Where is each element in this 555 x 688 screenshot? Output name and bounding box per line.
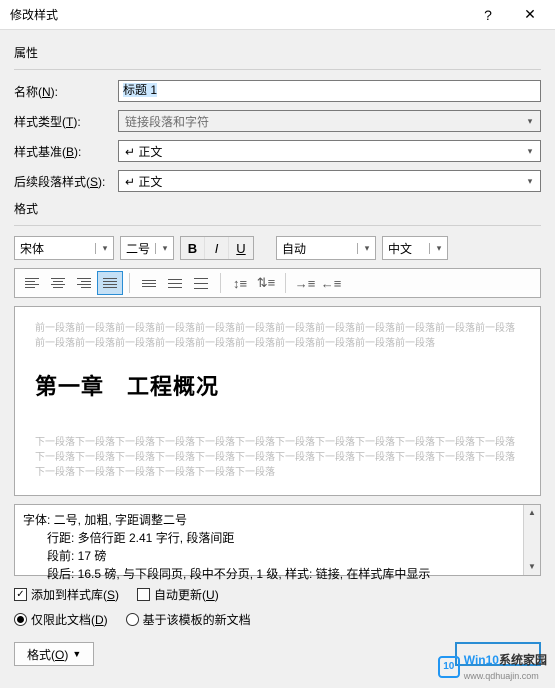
font-select[interactable]: 宋体 ▾ bbox=[14, 236, 114, 260]
chevron-down-icon: ▾ bbox=[429, 243, 445, 254]
text-format-group: B I U bbox=[180, 236, 254, 260]
preview-prev-text: 前一段落前一段落前一段落前一段落前一段落前一段落前一段落前一段落前一段落前一段落… bbox=[35, 321, 520, 351]
preview-heading: 第一章 工程概况 bbox=[35, 369, 520, 401]
format-section-header: 格式 bbox=[14, 200, 541, 217]
checkbox-checked-icon: ✓ bbox=[14, 588, 27, 601]
italic-button[interactable]: I bbox=[205, 237, 229, 259]
preview-next-text: 下一段落下一段落下一段落下一段落下一段落下一段落下一段落下一段落下一段落下一段落… bbox=[35, 435, 520, 480]
lang-select[interactable]: 中文 ▾ bbox=[382, 236, 448, 260]
line-spacing-1-button[interactable] bbox=[136, 271, 162, 295]
size-select[interactable]: 二号 ▾ bbox=[120, 236, 174, 260]
divider bbox=[14, 69, 541, 70]
chevron-down-icon: ▾ bbox=[155, 243, 171, 254]
align-right-button[interactable] bbox=[71, 271, 97, 295]
help-button[interactable]: ? bbox=[467, 1, 509, 29]
style-description: 字体: 二号, 加粗, 字距调整二号 行距: 多倍行距 2.41 字行, 段落间… bbox=[14, 504, 541, 576]
dialog-title: 修改样式 bbox=[10, 6, 467, 23]
align-justify-button[interactable] bbox=[97, 271, 123, 295]
chevron-down-icon: ▾ bbox=[95, 243, 111, 254]
style-type-select[interactable]: 链接段落和字符 ▾ bbox=[118, 110, 541, 132]
properties-section-header: 属性 bbox=[14, 44, 541, 61]
watermark: 10 Win10系统家园 www.qdhuajin.com bbox=[438, 651, 547, 682]
checkbox-unchecked-icon bbox=[137, 588, 150, 601]
auto-update-checkbox[interactable]: 自动更新(U) bbox=[137, 586, 219, 603]
template-radio[interactable]: 基于该模板的新文档 bbox=[126, 611, 251, 628]
space-before-dec-button[interactable]: ⇅≡ bbox=[253, 271, 279, 295]
divider bbox=[14, 225, 541, 226]
close-button[interactable]: ✕ bbox=[509, 1, 551, 29]
following-select[interactable]: ↵ 正文 ▾ bbox=[118, 170, 541, 192]
chevron-down-icon: ▾ bbox=[522, 146, 538, 157]
scroll-down-icon[interactable]: ▼ bbox=[524, 559, 540, 575]
name-label: 名称(N): bbox=[14, 83, 118, 100]
style-type-label: 样式类型(T): bbox=[14, 113, 118, 130]
chevron-down-icon: ▼ bbox=[72, 649, 81, 659]
align-center-button[interactable] bbox=[45, 271, 71, 295]
chevron-down-icon: ▾ bbox=[357, 243, 373, 254]
radio-checked-icon bbox=[14, 613, 27, 626]
description-scrollbar[interactable]: ▲ ▼ bbox=[523, 505, 540, 575]
line-spacing-1.5-button[interactable] bbox=[162, 271, 188, 295]
color-select[interactable]: 自动 ▾ bbox=[276, 236, 376, 260]
style-based-label: 样式基准(B): bbox=[14, 143, 118, 160]
line-spacing-2-button[interactable] bbox=[188, 271, 214, 295]
radio-unchecked-icon bbox=[126, 613, 139, 626]
indent-increase-button[interactable]: →≡ bbox=[292, 271, 318, 295]
preview-pane: 前一段落前一段落前一段落前一段落前一段落前一段落前一段落前一段落前一段落前一段落… bbox=[14, 306, 541, 496]
watermark-logo-icon: 10 bbox=[438, 656, 460, 678]
style-based-select[interactable]: ↵ 正文 ▾ bbox=[118, 140, 541, 162]
this-document-radio[interactable]: 仅限此文档(D) bbox=[14, 611, 108, 628]
name-input[interactable]: 标题 1 bbox=[118, 80, 541, 102]
underline-button[interactable]: U bbox=[229, 237, 253, 259]
bold-button[interactable]: B bbox=[181, 237, 205, 259]
chevron-down-icon: ▾ bbox=[522, 116, 538, 127]
scroll-up-icon[interactable]: ▲ bbox=[524, 505, 540, 521]
align-left-button[interactable] bbox=[19, 271, 45, 295]
space-before-inc-button[interactable]: ↕≡ bbox=[227, 271, 253, 295]
add-to-gallery-checkbox[interactable]: ✓ 添加到样式库(S) bbox=[14, 586, 119, 603]
chevron-down-icon: ▾ bbox=[522, 176, 538, 187]
following-label: 后续段落样式(S): bbox=[14, 173, 118, 190]
format-dropdown-button[interactable]: 格式(O)▼ bbox=[14, 642, 94, 666]
indent-decrease-button[interactable]: ←≡ bbox=[318, 271, 344, 295]
